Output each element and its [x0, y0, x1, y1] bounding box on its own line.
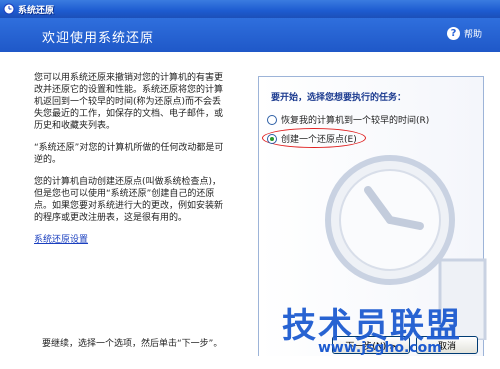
help-link[interactable]: ? 帮助	[446, 27, 482, 40]
option-label: 恢复我的计算机到一个较早的时间(R)	[281, 116, 430, 126]
window-title: 系统还原	[18, 5, 55, 16]
radio-button-checked[interactable]	[267, 133, 277, 144]
task-title: 要开始，选择您想要执行的任务：	[271, 93, 407, 103]
description-paragraph-3: 您的计算机自动创建还原点(叫做系统检查点)，但是您也可以使用“系统还原”创建自己…	[34, 177, 224, 223]
restore-earlier-time-option[interactable]: 恢复我的计算机到一个较早的时间(R)	[267, 113, 429, 126]
title-bar: 系统还原	[0, 0, 500, 18]
description-paragraph-2: “系统还原”对您的计算机所做的任何改动都是可逆的。	[34, 143, 224, 165]
system-restore-icon	[3, 3, 15, 15]
instruction-text: 要继续，选择一个选项，然后单击“下一步”。	[42, 339, 223, 349]
page-title: 欢迎使用系统还原	[42, 31, 155, 46]
wizard-header: 欢迎使用系统还原 ? 帮助	[0, 18, 500, 52]
description-panel: 您可以用系统还原来撤销对您的计算机的有害更改并还原它的设置和性能。系统还原将您的…	[34, 72, 229, 256]
radio-button[interactable]	[267, 114, 277, 125]
system-restore-settings-link[interactable]: 系统还原设置	[34, 235, 88, 245]
description-paragraph-1: 您可以用系统还原来撤销对您的计算机的有害更改并还原它的设置和性能。系统还原将您的…	[34, 73, 224, 131]
help-icon: ?	[446, 27, 460, 40]
help-label: 帮助	[463, 30, 482, 40]
watermark-url: www.jsgho.com	[318, 340, 442, 356]
